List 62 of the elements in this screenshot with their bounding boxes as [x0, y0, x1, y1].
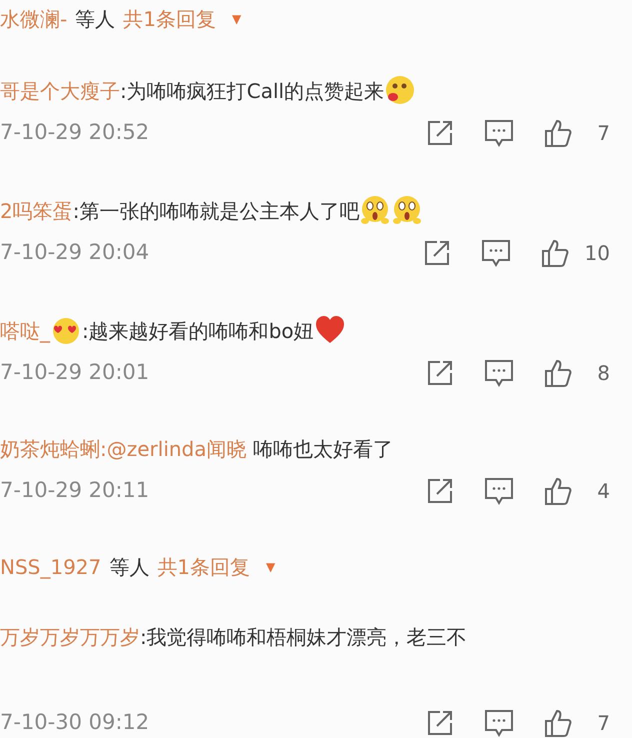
others-label: 等人: [75, 6, 116, 33]
timestamp: 7-10-29 20:52: [0, 119, 150, 146]
like-count: 4: [596, 479, 610, 503]
comment-button[interactable]: [480, 238, 511, 268]
like-count: 10: [584, 241, 610, 265]
share-button[interactable]: [422, 239, 451, 267]
replies-link[interactable]: 共1条回复 ▼: [157, 552, 276, 582]
like-button[interactable]: 7: [544, 118, 610, 148]
like-count: 7: [596, 121, 610, 145]
thumbs-up-icon: [544, 476, 572, 506]
share-icon: [426, 119, 454, 147]
comment-text: :第一张的咘咘就是公主本人了吧: [72, 199, 360, 223]
author-name[interactable]: 奶茶炖蛤蜊:@zerlinda闻晓: [0, 437, 247, 461]
share-icon: [426, 709, 454, 737]
author-name[interactable]: NSS_1927: [0, 552, 102, 582]
timestamp: 7-10-29 20:11: [0, 477, 150, 504]
thumbs-up-icon: [544, 708, 572, 738]
timestamp: 7-10-29 20:01: [0, 359, 150, 386]
author-name[interactable]: 2吗笨蛋: [0, 199, 73, 223]
author-name[interactable]: 水微澜-: [0, 4, 68, 34]
share-icon: [422, 239, 451, 267]
like-button[interactable]: 10: [540, 238, 610, 268]
heart-icon: [314, 314, 346, 346]
shocked-emoji-icon: [359, 194, 392, 226]
like-button[interactable]: 4: [544, 476, 610, 506]
caret-icon: ▼: [266, 558, 276, 576]
timestamp: 7-10-29 20:04: [0, 239, 150, 266]
thumbs-up-icon: [540, 238, 569, 268]
like-button[interactable]: 7: [544, 708, 610, 738]
share-icon: [426, 359, 454, 387]
comment-button[interactable]: [484, 358, 514, 388]
author-name[interactable]: 万岁万岁万万岁: [0, 625, 140, 649]
comment-button[interactable]: [484, 476, 514, 506]
share-button[interactable]: [426, 359, 454, 387]
tongue-emoji-icon: [384, 74, 416, 106]
comment-text: :我觉得咘咘和梧桐妹才漂亮，老三不: [140, 625, 467, 649]
share-button[interactable]: [426, 709, 454, 737]
like-button[interactable]: 8: [544, 358, 610, 388]
comment-icon: [484, 118, 514, 148]
comment-icon: [480, 238, 511, 268]
comment-text: 咘咘也太好看了: [252, 437, 393, 461]
comment-icon: [484, 476, 514, 506]
comment-icon: [484, 708, 514, 738]
like-count: 8: [596, 361, 610, 385]
others-label: 等人: [109, 554, 150, 581]
share-button[interactable]: [426, 477, 454, 505]
share-button[interactable]: [426, 119, 454, 147]
comment-text: :为咘咘疯狂打Call的点赞起来: [120, 79, 384, 103]
share-icon: [426, 477, 454, 505]
thumbs-up-icon: [544, 118, 572, 148]
comment-text: :越来越好看的咘咘和bo妞: [82, 319, 314, 343]
comment-button[interactable]: [484, 708, 514, 738]
replies-link[interactable]: 共1条回复 ▼: [123, 4, 242, 34]
caret-icon: ▼: [232, 10, 242, 28]
comment-icon: [484, 358, 514, 388]
shocked-emoji-icon: [391, 194, 424, 226]
thumbs-up-icon: [544, 358, 572, 388]
author-name[interactable]: 嗒哒_: [0, 319, 50, 343]
timestamp: 7-10-30 09:12: [0, 709, 150, 736]
author-name[interactable]: 哥是个大瘦子: [0, 79, 120, 103]
like-count: 7: [596, 711, 610, 735]
comment-button[interactable]: [484, 118, 514, 148]
